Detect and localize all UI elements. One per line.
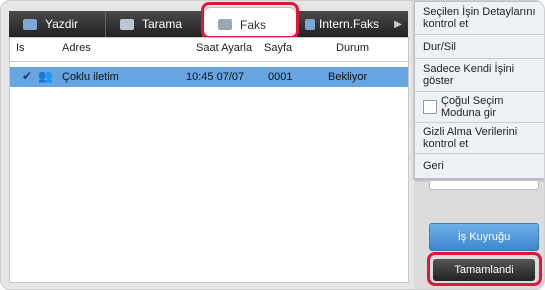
print-icon xyxy=(23,18,37,30)
menu-item-label: Geri xyxy=(423,160,444,172)
tab-print[interactable]: Yazdir xyxy=(9,11,106,37)
action-menu: Seçilen İşin Detaylarını kontrol et Dur/… xyxy=(414,1,544,179)
row-status: Bekliyor xyxy=(328,71,368,83)
multi-select-checkbox[interactable] xyxy=(423,100,437,114)
col-header-status: Durum xyxy=(336,42,370,54)
row-address: Çoklu iletim xyxy=(62,71,119,83)
menu-item-multi-select[interactable]: Çoğul Seçim Moduna gir xyxy=(415,92,544,123)
col-header-job: Is xyxy=(16,42,25,54)
internet-fax-icon xyxy=(305,18,315,30)
hidden-button-edge xyxy=(429,181,539,190)
job-status-screen: Yazdir Tarama Faks Intern.Faks ▶ Is Adre… xyxy=(0,0,545,290)
tab-internet-fax[interactable]: Intern.Faks xyxy=(297,11,389,37)
col-header-pages: Sayfa xyxy=(264,42,293,54)
job-list: Is Adres Saat Ayarla Sayfa Durum ✔ 👥 Çok… xyxy=(9,37,409,283)
menu-item-label: Çoğul Seçim Moduna gir xyxy=(441,95,504,119)
col-header-time: Saat Ayarla xyxy=(196,42,253,54)
multi-recipient-icon: 👥 xyxy=(38,69,53,83)
tab-highlight xyxy=(201,2,299,39)
menu-item-label: Gizli Alma Verilerini kontrol et xyxy=(423,126,518,150)
tab-label: Tarama xyxy=(142,17,183,31)
check-icon: ✔ xyxy=(22,69,33,83)
menu-item-label: Sadece Kendi İşini göster xyxy=(423,63,515,87)
done-button[interactable]: Tamamlandi xyxy=(433,259,535,281)
menu-item-confidential-receive[interactable]: Gizli Alma Verilerini kontrol et xyxy=(415,123,544,154)
row-time: 10:45 07/07 xyxy=(186,71,245,83)
menu-item-check-details[interactable]: Seçilen İşin Detaylarını kontrol et xyxy=(415,2,544,35)
col-header-address: Adres xyxy=(62,42,91,54)
menu-item-label: Seçilen İşin Detaylarını kontrol et xyxy=(423,6,536,30)
row-pages: 0001 xyxy=(268,71,293,83)
menu-item-stop-delete[interactable]: Dur/Sil xyxy=(415,35,544,59)
header-divider xyxy=(10,61,408,62)
menu-item-back[interactable]: Geri xyxy=(415,154,544,178)
scroll-right-icon[interactable]: ▶ xyxy=(388,11,408,37)
menu-item-show-own-jobs[interactable]: Sadece Kendi İşini göster xyxy=(415,59,544,92)
job-queue-button[interactable]: İş Kuyruğu xyxy=(429,223,539,251)
table-row[interactable]: ✔ 👥 Çoklu iletim 10:45 07/07 0001 Bekliy… xyxy=(10,67,408,87)
tab-label: Intern.Faks xyxy=(319,17,380,31)
scan-icon xyxy=(120,18,134,30)
tab-scan[interactable]: Tarama xyxy=(106,11,203,37)
tab-label: Yazdir xyxy=(45,17,79,31)
menu-item-label: Dur/Sil xyxy=(423,40,457,53)
